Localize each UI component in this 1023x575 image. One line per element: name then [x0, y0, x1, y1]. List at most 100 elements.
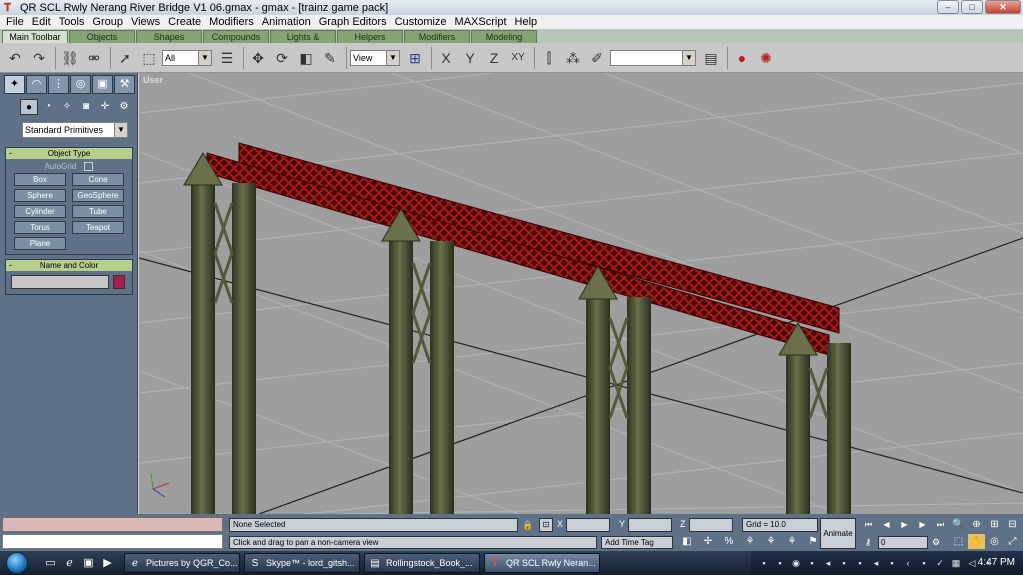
viewport-label[interactable]: User	[143, 75, 163, 85]
menu-edit[interactable]: Edit	[28, 16, 55, 28]
torus-button[interactable]: Torus	[14, 221, 66, 235]
lock-selection-icon[interactable]: 🔒	[521, 518, 535, 532]
axis-x-icon[interactable]: X	[435, 47, 457, 69]
z-coord-field[interactable]	[689, 518, 733, 532]
mirror-icon[interactable]: ⫿	[538, 47, 560, 69]
task-skype[interactable]: S Skype™ - lord_gitsh...	[244, 553, 360, 573]
motion-tab-icon[interactable]: ◎	[70, 75, 91, 94]
menu-maxscript[interactable]: MAXScript	[451, 16, 511, 28]
tray-app-icon[interactable]: ◉	[789, 558, 803, 569]
x-coord-field[interactable]	[566, 518, 610, 532]
menu-animation[interactable]: Animation	[258, 16, 315, 28]
helpers-icon[interactable]: ✛	[96, 99, 114, 115]
cameras-icon[interactable]: ◙	[77, 99, 95, 115]
rect-selection-icon[interactable]: ⬚	[138, 47, 160, 69]
spinner-snap-icon[interactable]: ⚘	[741, 534, 759, 550]
selection-filter-dropdown[interactable]: All ▼	[162, 49, 212, 66]
task-rollingstock[interactable]: ▤ Rollingstock_Book_...	[364, 553, 480, 573]
menu-group[interactable]: Group	[88, 16, 127, 28]
geosphere-button[interactable]: GeoSphere	[72, 189, 124, 203]
select-link-icon[interactable]: ⛓	[59, 47, 81, 69]
task-gmax[interactable]: 𝐓 QR SCL Rwly Neran...	[484, 553, 600, 573]
show-desktop-icon[interactable]: ▭	[42, 555, 59, 572]
clock[interactable]: 4:47 PM	[978, 551, 1015, 575]
undo-icon[interactable]: ↶	[4, 47, 26, 69]
user-viewport[interactable]: User	[139, 73, 1023, 514]
pan-icon[interactable]: ✋	[968, 534, 985, 549]
tab-modifiers[interactable]: Modifiers	[404, 30, 470, 43]
hierarchy-tab-icon[interactable]: ⋮	[48, 75, 69, 94]
systems-icon[interactable]: ⚙	[115, 99, 133, 115]
maximize-viewport-icon[interactable]: ⤢	[1004, 534, 1021, 549]
zoom-extents-all-icon[interactable]: ⊟	[1004, 517, 1021, 532]
angle-snap-icon[interactable]: ✢	[699, 534, 717, 550]
tube-button[interactable]: Tube	[72, 205, 124, 219]
degradation-override-icon[interactable]: ⚘	[762, 534, 780, 550]
tray-app-icon[interactable]: ▪	[805, 558, 819, 568]
prev-frame-icon[interactable]: ◀	[878, 518, 895, 532]
tray-app-icon[interactable]: ▪	[885, 558, 899, 568]
select-object-icon[interactable]: ➚	[114, 47, 136, 69]
menu-tools[interactable]: Tools	[55, 16, 89, 28]
axis-xy-icon[interactable]: XY	[507, 47, 529, 69]
shapes-icon[interactable]: ◔	[39, 99, 57, 115]
menu-file[interactable]: File	[2, 16, 28, 28]
zoom-region-icon[interactable]: ⬚	[950, 534, 967, 549]
network-icon[interactable]: ▦	[949, 558, 963, 569]
cylinder-button[interactable]: Cylinder	[14, 205, 66, 219]
named-selection-dropdown[interactable]: ▼	[610, 49, 696, 66]
close-button[interactable]: ✕	[985, 0, 1021, 14]
tab-helpers[interactable]: Helpers	[337, 30, 403, 43]
object-type-header[interactable]: - Object Type	[6, 148, 132, 159]
key-mode-icon[interactable]: ⚷	[860, 537, 876, 548]
menu-create[interactable]: Create	[164, 16, 205, 28]
cone-button[interactable]: Cone	[72, 173, 124, 187]
percent-snap-icon[interactable]: %	[720, 534, 738, 550]
time-config-icon[interactable]: ⚙	[928, 537, 944, 548]
add-time-tag-button[interactable]: Add Time Tag	[601, 536, 673, 549]
media-player-icon[interactable]: ▶	[99, 555, 116, 572]
modify-tab-icon[interactable]: ◠	[26, 75, 47, 94]
arc-rotate-icon[interactable]: ◎	[986, 534, 1003, 549]
crossing-selection-icon[interactable]: ⚘	[783, 534, 801, 550]
goto-end-icon[interactable]: ⏭	[932, 518, 949, 532]
next-frame-icon[interactable]: ▶	[914, 518, 931, 532]
object-name-field[interactable]	[11, 275, 109, 289]
create-tab-icon[interactable]: ✦	[4, 75, 25, 94]
goto-start-icon[interactable]: ⏮	[860, 518, 877, 532]
autogrid-checkbox[interactable]	[84, 162, 94, 172]
tray-app-icon[interactable]: ▪	[757, 558, 771, 568]
tray-app-icon[interactable]: ▪	[917, 558, 931, 568]
object-color-swatch[interactable]	[113, 275, 125, 289]
zoom-extents-icon[interactable]: ⊞	[986, 517, 1003, 532]
unlink-icon[interactable]: ⚮	[83, 47, 105, 69]
box-button[interactable]: Box	[14, 173, 66, 187]
menu-modifiers[interactable]: Modifiers	[205, 16, 258, 28]
plane-button[interactable]: Plane	[14, 237, 66, 251]
geometry-icon[interactable]: ●	[20, 99, 38, 115]
layers-icon[interactable]: ▤	[700, 47, 722, 69]
minimize-button[interactable]: –	[937, 0, 959, 14]
select-by-name-icon[interactable]: ☰	[216, 47, 238, 69]
tab-shapes[interactable]: Shapes	[136, 30, 202, 43]
tray-app-icon[interactable]: ◂	[821, 558, 835, 569]
menu-graph-editors[interactable]: Graph Editors	[315, 16, 391, 28]
menu-customize[interactable]: Customize	[391, 16, 451, 28]
pivot-center-icon[interactable]: ⊞	[404, 47, 426, 69]
tab-objects[interactable]: Objects	[69, 30, 135, 43]
axis-y-icon[interactable]: Y	[459, 47, 481, 69]
tray-app-icon[interactable]: ◂	[869, 558, 883, 569]
sphere-button[interactable]: Sphere	[14, 189, 66, 203]
tab-lights-cameras[interactable]: Lights & Cameras	[270, 30, 336, 54]
scale-icon[interactable]: ◧	[295, 47, 317, 69]
y-coord-field[interactable]	[628, 518, 672, 532]
zoom-all-icon[interactable]: ⊕	[968, 517, 985, 532]
maxscript-listener-input[interactable]	[2, 534, 223, 549]
expand-tray-icon[interactable]: ‹	[901, 558, 915, 568]
primitive-category-dropdown[interactable]: Standard Primitives ▼	[22, 122, 128, 138]
current-frame-field[interactable]: 0	[878, 536, 928, 549]
tab-main-toolbar[interactable]: Main Toolbar	[2, 30, 68, 43]
menu-help[interactable]: Help	[511, 16, 542, 28]
tray-app-icon[interactable]: ✓	[933, 558, 947, 569]
display-tab-icon[interactable]: ▣	[92, 75, 113, 94]
